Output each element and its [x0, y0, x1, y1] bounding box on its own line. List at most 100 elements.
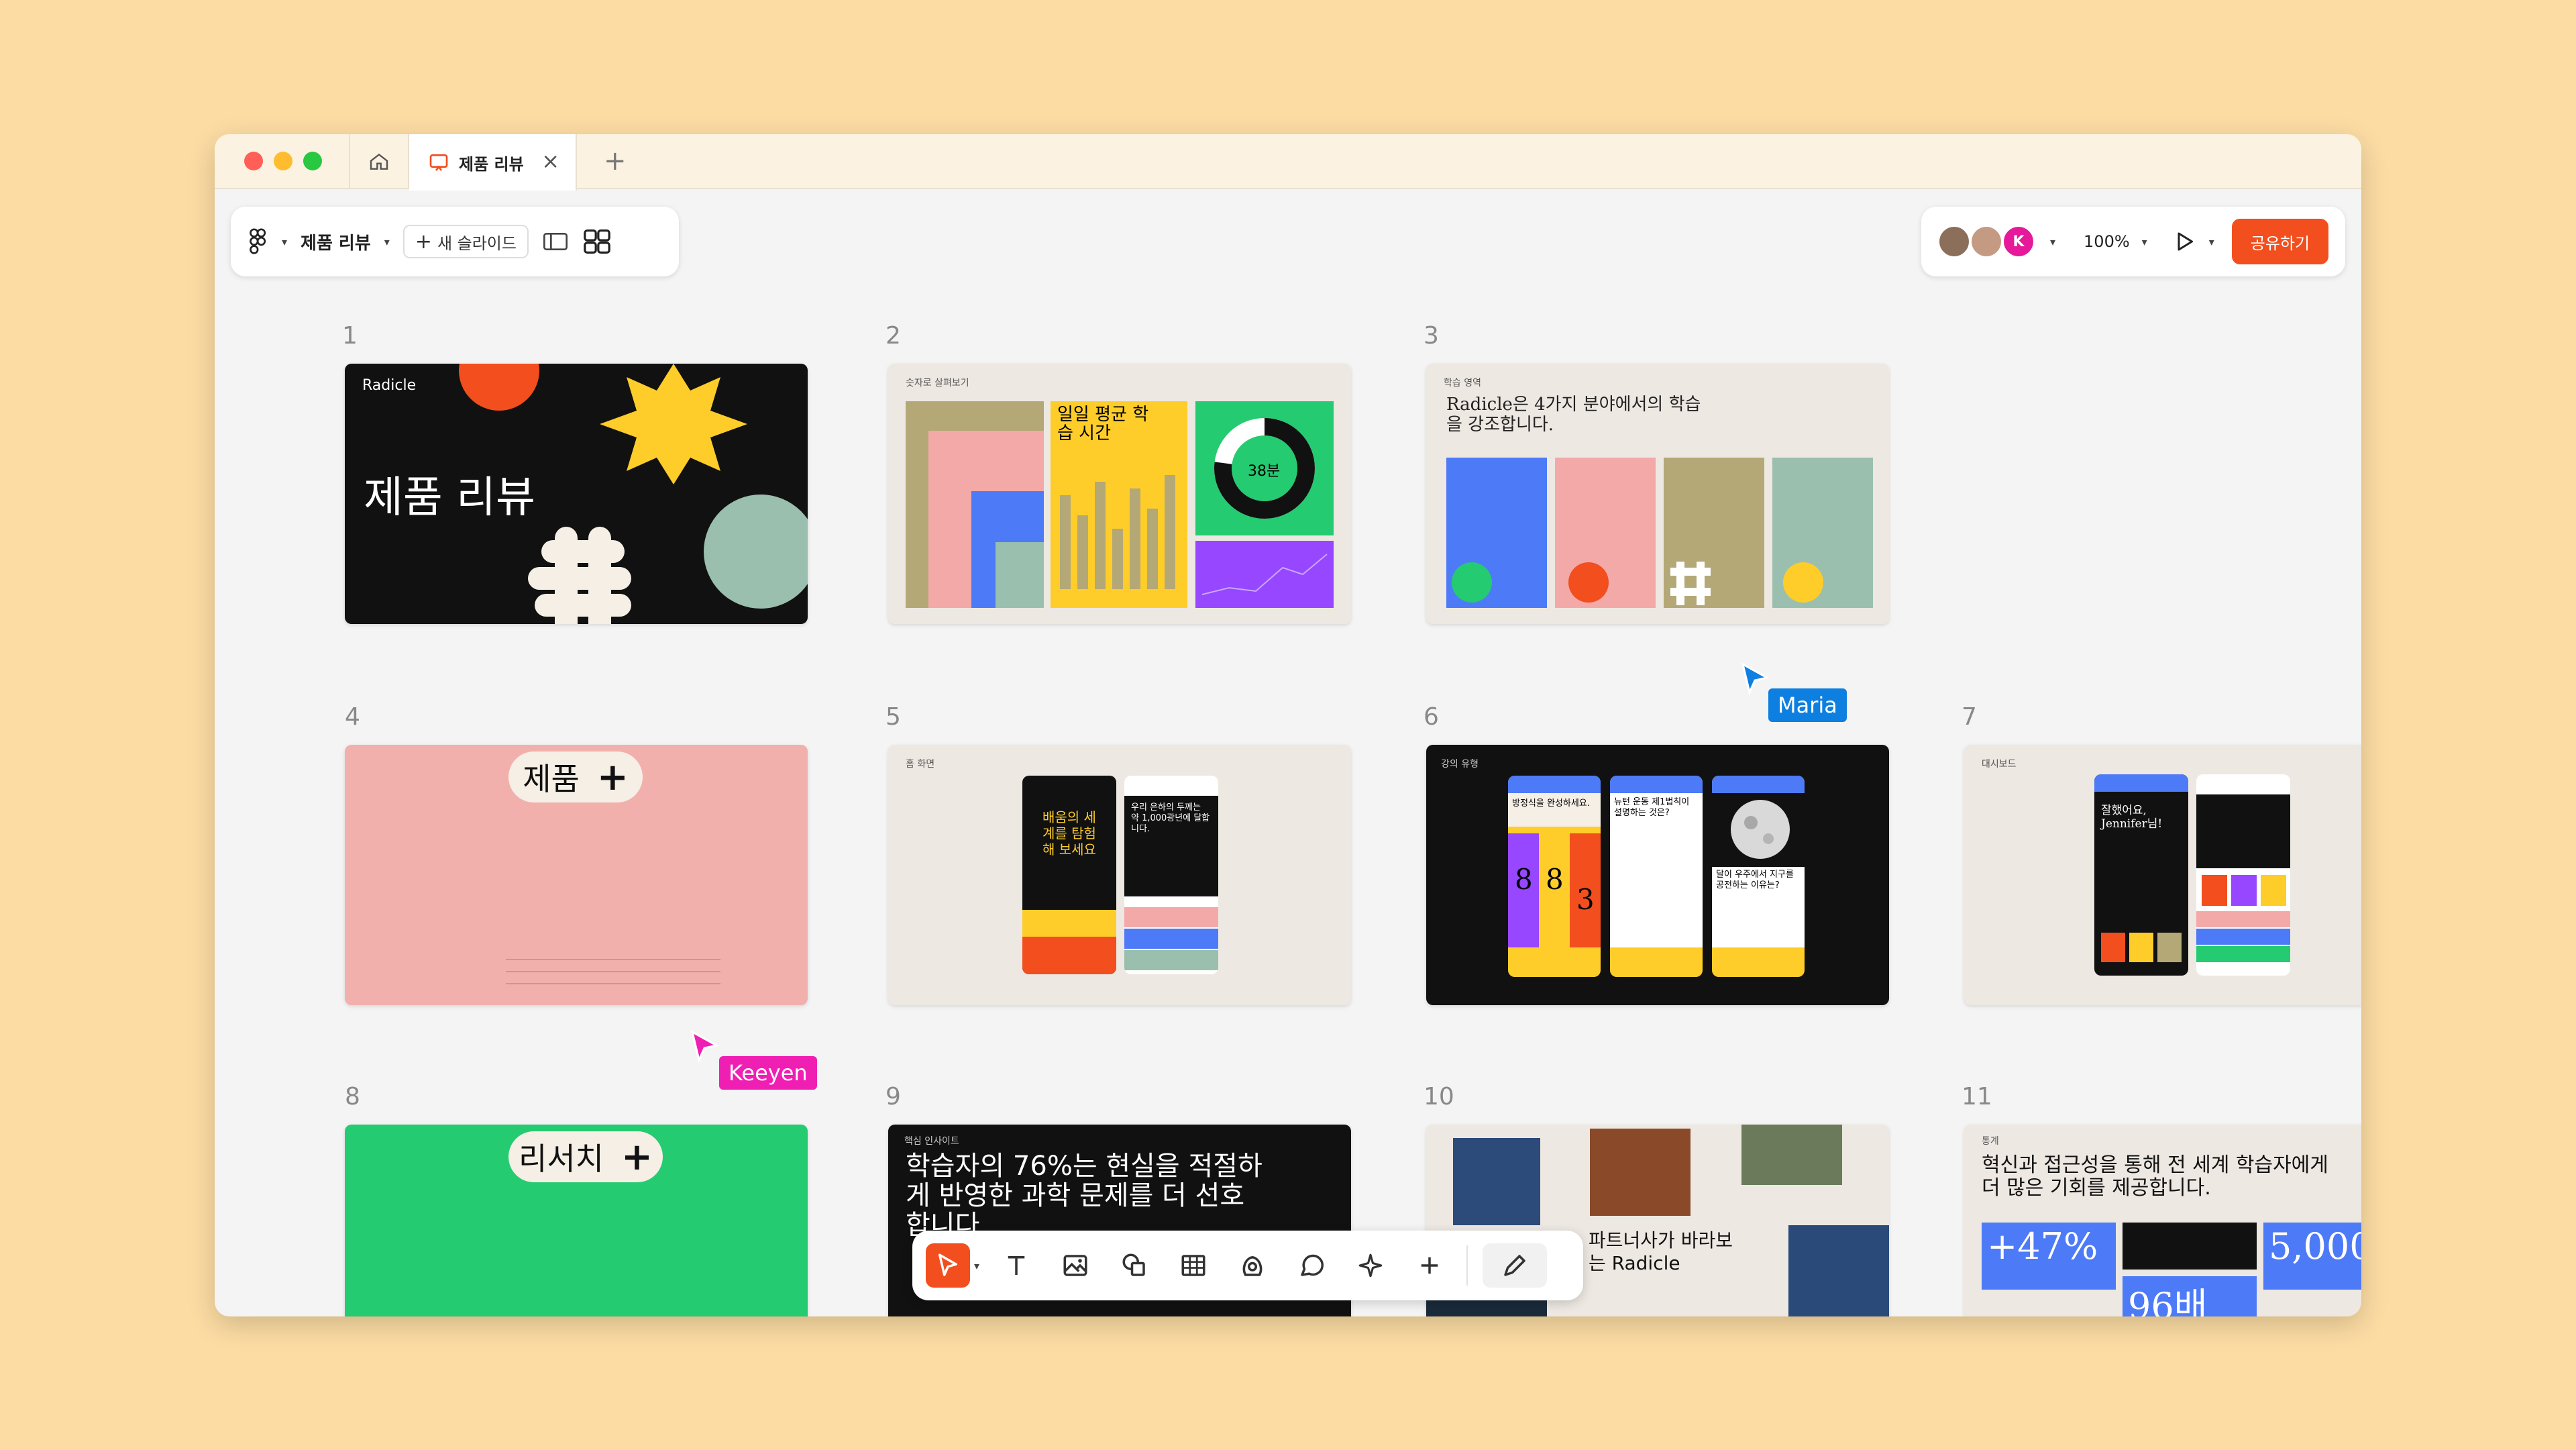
chevron-down-icon[interactable]: ▾ — [974, 1259, 979, 1272]
slide-thumbnail-4[interactable]: 제품 + — [345, 745, 808, 1005]
phone-text: 잘했어요, Jennifer님! — [2101, 804, 2163, 831]
grid-view-icon[interactable] — [582, 228, 612, 255]
shape-tool-button[interactable] — [1112, 1243, 1157, 1288]
slide-thumbnail-5[interactable]: 홈 화면 배움의 세계를 탐험해 보세요 우리 은하의 두께는 약 1,000광… — [888, 745, 1351, 1005]
slide-number: 5 — [885, 703, 901, 731]
slide-thumbnail-7[interactable]: 대시보드 잘했어요, Jennifer님! — [1964, 745, 2361, 1005]
single-view-icon[interactable] — [542, 230, 569, 253]
number-tile: 8 — [1515, 863, 1533, 896]
chevron-down-icon[interactable]: ▾ — [2050, 236, 2055, 248]
stat-card: 96배 — [2123, 1276, 2257, 1316]
plus-icon: + — [596, 755, 629, 799]
slide-number: 3 — [1424, 322, 1439, 350]
table-tool-button[interactable] — [1171, 1243, 1216, 1288]
avatar[interactable]: K — [2002, 225, 2035, 258]
map-image — [1741, 1125, 1842, 1185]
slide-thumbnail-3[interactable]: 학습 영역 Radicle은 4가지 분야에서의 학습을 강조합니다. — [1426, 364, 1889, 624]
donut-label: 38분 — [1248, 463, 1281, 480]
stat-value: 5,000 — [2269, 1225, 2361, 1267]
home-icon — [370, 153, 388, 170]
slide-number: 7 — [1962, 703, 1977, 731]
image-icon — [1063, 1255, 1087, 1276]
phone-text: 우리 은하의 두께는 약 1,000광년에 달합니다. — [1131, 802, 1210, 834]
slide-title: 제품 — [523, 761, 580, 797]
pointer-icon — [938, 1253, 957, 1276]
plus-icon — [1421, 1257, 1438, 1274]
stat-card: +47% — [1982, 1223, 2116, 1290]
number-tile: 3 — [1576, 883, 1595, 916]
title-pill: 리서치 + — [508, 1131, 663, 1182]
home-tab[interactable] — [349, 134, 409, 189]
figma-menu-icon[interactable] — [248, 228, 268, 255]
slide-thumbnail-2[interactable]: 숫자로 살펴보기 일일 평균 학습 시간 38분 — [888, 364, 1351, 624]
bar-chart — [1060, 475, 1175, 589]
phone-mockup: 달이 우주에서 지구를 공전하는 이유는? — [1712, 776, 1805, 977]
zoom-level[interactable]: 100% — [2084, 232, 2130, 251]
cursor-arrow-icon — [690, 1030, 719, 1063]
solar-panel-image — [1788, 1225, 1889, 1316]
avatar[interactable] — [1937, 225, 1971, 258]
title-pill: 제품 + — [508, 752, 643, 802]
ai-tool-button[interactable] — [1348, 1243, 1393, 1288]
text-icon — [1008, 1256, 1025, 1275]
stat-value: +47% — [1987, 1225, 2098, 1267]
chart-panel: 일일 평균 학습 시간 — [1051, 401, 1187, 608]
stat-card: 5,000 — [2263, 1223, 2361, 1290]
bar-block — [996, 542, 1044, 608]
chevron-down-icon[interactable]: ▾ — [2142, 236, 2147, 248]
new-slide-button[interactable]: + 새 슬라이드 — [402, 225, 529, 258]
table-icon — [1181, 1255, 1205, 1276]
slide-header: 강의 유형 — [1441, 759, 1479, 770]
slide-header: 숫자로 살펴보기 — [906, 378, 969, 389]
file-title[interactable]: 제품 리뷰 — [301, 229, 371, 254]
tab-close-icon[interactable]: × — [541, 150, 559, 172]
new-tab-button[interactable]: + — [604, 148, 627, 174]
phone-mockup: 배움의 세계를 탐험해 보세요 — [1022, 776, 1116, 974]
comment-tool-button[interactable] — [1289, 1243, 1334, 1288]
agenda-lines — [506, 959, 720, 984]
pen-icon — [1504, 1255, 1525, 1276]
slide-thumbnail-8[interactable]: 리서치 + — [345, 1125, 808, 1316]
pen-tool-button[interactable] — [1483, 1243, 1548, 1288]
stamp-tool-button[interactable] — [1230, 1243, 1275, 1288]
slide-thumbnail-1[interactable]: Radicle 제품 리뷰 — [345, 364, 808, 624]
slide-number: 10 — [1424, 1083, 1454, 1110]
image-tool-button[interactable] — [1053, 1243, 1097, 1288]
comment-icon — [1301, 1254, 1324, 1276]
minimize-window-button[interactable] — [274, 152, 292, 170]
chevron-down-icon[interactable]: ▾ — [2209, 236, 2214, 248]
slide-thumbnail-6[interactable]: 강의 유형 방정식을 완성하세요. 8 8 3 뉴턴 운동 제1법칙이 설명하는… — [1426, 745, 1889, 1005]
phone-text: 뉴턴 운동 제1법칙이 설명하는 것은? — [1614, 797, 1690, 818]
slide-heading: Radicle은 4가지 분야에서의 학습을 강조합니다. — [1446, 395, 1701, 435]
bridge-image — [1590, 1129, 1690, 1216]
hurricane-image — [1453, 1138, 1540, 1225]
text-tool-button[interactable] — [994, 1243, 1038, 1288]
moon-image — [1731, 800, 1790, 859]
collaboration-toolbar: K ▾ 100% ▾ ▾ 공유하기 — [1921, 207, 2345, 276]
slide-number: 1 — [342, 322, 358, 350]
maximize-window-button[interactable] — [303, 152, 322, 170]
pointer-tool-button[interactable] — [926, 1243, 970, 1288]
chevron-down-icon[interactable]: ▾ — [384, 236, 390, 248]
chevron-down-icon[interactable]: ▾ — [282, 236, 287, 248]
slide-number: 8 — [345, 1083, 360, 1110]
phone-text: 배움의 세계를 탐험해 보세요 — [1042, 809, 1096, 858]
slide-header: 핵심 인사이트 — [904, 1136, 959, 1147]
collaborator-label-maria: Maria — [1768, 688, 1847, 722]
tab-product-review[interactable]: 제품 리뷰 × — [409, 134, 577, 191]
sparkle-icon — [1358, 1253, 1383, 1278]
line-chart — [1201, 554, 1328, 595]
play-icon[interactable] — [2173, 229, 2197, 254]
plus-icon: + — [621, 1135, 653, 1179]
area-card — [1772, 458, 1873, 608]
add-tool-button[interactable] — [1407, 1243, 1452, 1288]
title-bar: 제품 리뷰 × + — [215, 134, 2361, 191]
share-button[interactable]: 공유하기 — [2231, 219, 2329, 264]
avatar[interactable] — [1970, 225, 2003, 258]
toolbar-divider — [1466, 1245, 1468, 1286]
close-window-button[interactable] — [244, 152, 263, 170]
slide-number: 4 — [345, 703, 360, 731]
slide-thumbnail-11[interactable]: 통계 혁신과 접근성을 통해 전 세계 학습자에게 더 많은 기회를 제공합니다… — [1964, 1125, 2361, 1316]
plus-icon: + — [415, 229, 432, 254]
slide-heading: 혁신과 접근성을 통해 전 세계 학습자에게 더 많은 기회를 제공합니다. — [1982, 1153, 2328, 1200]
